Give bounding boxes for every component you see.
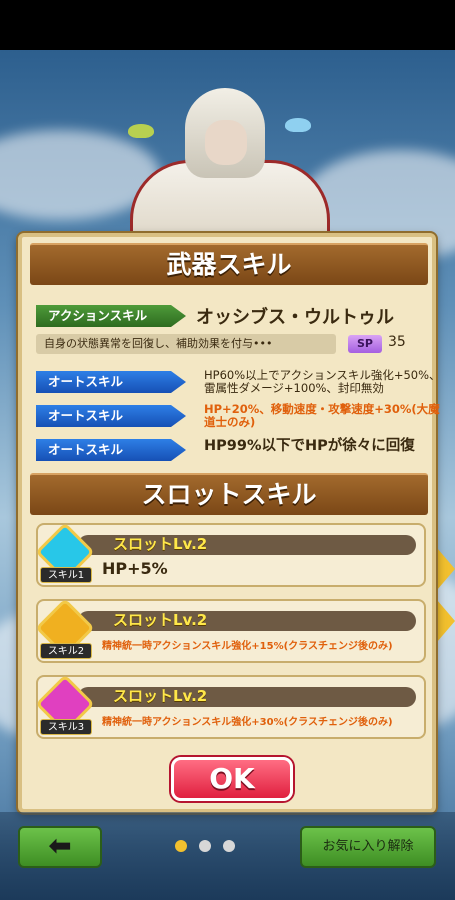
slot-level: スロットLv.2 xyxy=(113,611,208,629)
weapon-skill-dialog: 武器スキル アクションスキル オッシブス・ウルトゥル 自身の状態異常を回復し、補… xyxy=(18,233,441,813)
auto-skill-row: オートスキル HP99%以下でHPが徐々に回復 xyxy=(36,439,432,461)
slot-level: スロットLv.2 xyxy=(113,687,208,705)
slot-level: スロットLv.2 xyxy=(113,535,208,553)
back-button[interactable]: ⬅ xyxy=(18,826,102,868)
action-skill-description: 自身の状態異常を回復し、補助効果を付与••• xyxy=(36,334,336,354)
unfavorite-button[interactable]: お気に入り解除 xyxy=(300,826,436,868)
auto-skill-tag: オートスキル xyxy=(36,371,186,393)
auto-skill-row: オートスキル HP60%以上でアクションスキル強化+50%、雷属性ダメージ+10… xyxy=(36,369,441,395)
slot-skill-2: スキル2 スロットLv.2 精神統一時アクションスキル強化+15%(クラスチェン… xyxy=(35,598,426,663)
slot-skill-1: スキル1 スロットLv.2 HP+5% xyxy=(35,522,426,587)
sp-badge: SP xyxy=(348,335,382,353)
slot-description: 精神統一時アクションスキル強化+15%(クラスチェンジ後のみ) xyxy=(102,641,393,652)
auto-skill-row: オートスキル HP+20%、移動速度・攻撃速度+30%(大魔道士のみ) xyxy=(36,403,440,429)
ok-button[interactable]: OK xyxy=(171,757,293,801)
auto-skill-text: HP+20%、移動速度・攻撃速度+30%(大魔道士のみ) xyxy=(204,402,440,429)
bird-icon xyxy=(285,118,311,132)
auto-skill-tag: オートスキル xyxy=(36,405,186,427)
auto-skill-text: HP60%以上でアクションスキル強化+50%、雷属性ダメージ+100%、封印無効 xyxy=(204,368,441,395)
dialog-title: 武器スキル xyxy=(30,243,428,285)
sp-value: 35 xyxy=(388,334,406,350)
auto-skill-text: HP99%以下でHPが徐々に回復 xyxy=(204,438,415,454)
slot-skill-title: スロットスキル xyxy=(30,473,428,515)
action-skill-row: アクションスキル オッシブス・ウルトゥル xyxy=(36,305,432,328)
status-bar xyxy=(0,0,455,50)
page-indicator xyxy=(175,840,255,854)
page-dot xyxy=(223,840,235,852)
slot-skill-3: スキル3 スロットLv.2 精神統一時アクションスキル強化+30%(クラスチェン… xyxy=(35,674,426,739)
page-dot xyxy=(199,840,211,852)
action-skill-tag: アクションスキル xyxy=(36,305,186,327)
slot-description: 精神統一時アクションスキル強化+30%(クラスチェンジ後のみ) xyxy=(102,717,393,728)
page-dot xyxy=(175,840,187,852)
auto-skill-tag: オートスキル xyxy=(36,439,186,461)
action-skill-name: オッシブス・ウルトゥル xyxy=(196,307,394,328)
arrow-left-icon: ⬅ xyxy=(48,829,72,862)
gem-label: スキル3 xyxy=(40,719,92,735)
gem-label: スキル2 xyxy=(40,643,92,659)
gem-label: スキル1 xyxy=(40,567,92,583)
bird-icon xyxy=(128,124,154,138)
slot-description: HP+5% xyxy=(102,559,168,578)
